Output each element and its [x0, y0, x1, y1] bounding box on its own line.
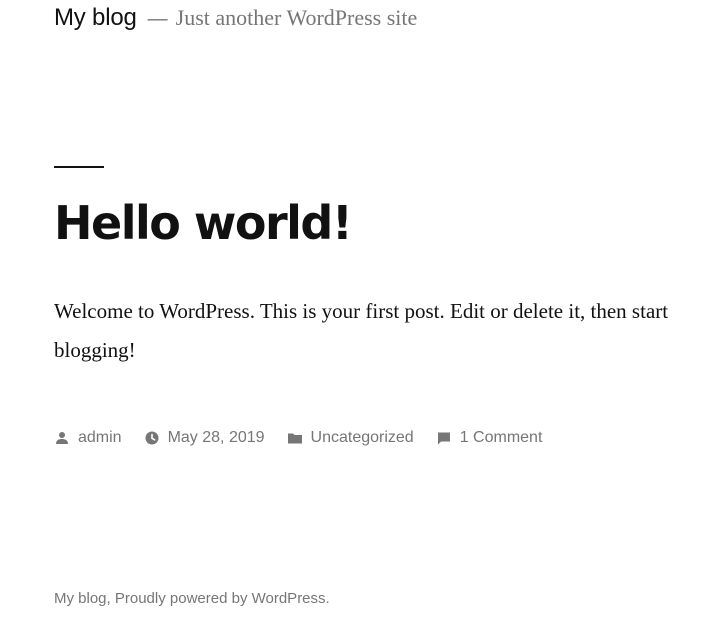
post-title: Hello world!: [54, 196, 353, 250]
entry-title-divider: [54, 166, 104, 168]
date-link[interactable]: May 28, 2019: [168, 429, 265, 447]
post-date: May 28, 2019: [144, 429, 265, 447]
site-title-link[interactable]: My blog: [54, 4, 137, 32]
post-author: admin: [54, 429, 122, 447]
site-footer: My blog, Proudly powered by WordPress.: [54, 590, 330, 607]
footer-powered-by-link[interactable]: Proudly powered by WordPress.: [115, 590, 330, 607]
person-icon: [56, 432, 68, 444]
post-category: Uncategorized: [287, 429, 414, 447]
post-comments: 1 Comment: [436, 429, 543, 447]
comments-link[interactable]: 1 Comment: [460, 429, 543, 447]
author-link[interactable]: admin: [78, 429, 122, 447]
category-link[interactable]: Uncategorized: [311, 429, 414, 447]
site-header: My blog — Just another WordPress site: [54, 4, 417, 32]
comment-icon: [437, 432, 450, 445]
folder-icon: [287, 433, 302, 444]
footer-site-link[interactable]: My blog,: [54, 590, 111, 607]
site-title-separator: —: [147, 8, 168, 30]
post-content: Welcome to WordPress. This is your first…: [54, 299, 669, 362]
clock-icon: [145, 431, 159, 445]
site-description: Just another WordPress site: [175, 5, 418, 30]
post-meta: admin May 28, 2019 Uncategorized 1 Comme…: [54, 429, 564, 447]
